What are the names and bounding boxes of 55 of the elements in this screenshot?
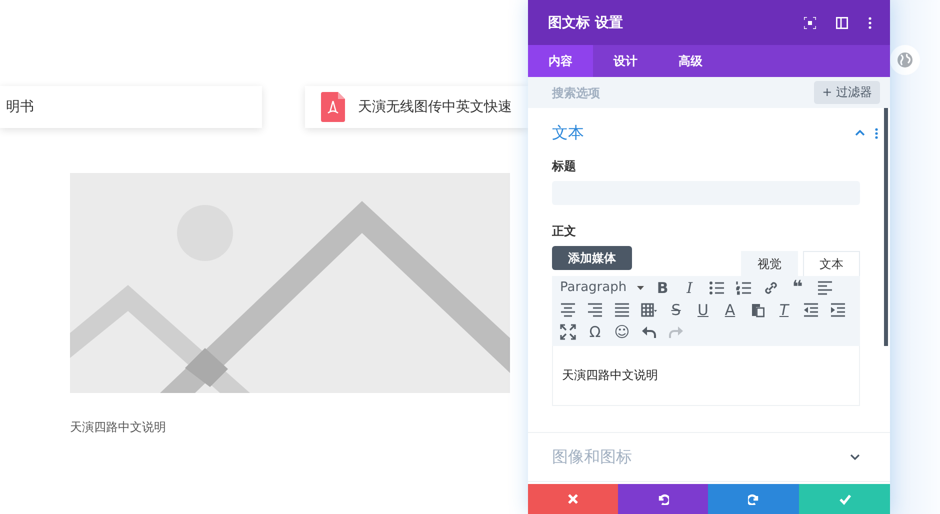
file-card[interactable]: 明书 bbox=[0, 86, 262, 128]
settings-tab[interactable]: 设计 bbox=[593, 45, 658, 77]
chevron-down-icon[interactable] bbox=[850, 454, 860, 460]
globe-icon bbox=[897, 52, 913, 68]
check-icon bbox=[838, 493, 850, 505]
image-caption: 天演四路中文说明 bbox=[70, 419, 167, 436]
special-character-button[interactable]: Ω bbox=[587, 323, 603, 340]
editor-tab[interactable]: 文本 bbox=[803, 251, 860, 276]
more-icon[interactable] bbox=[875, 128, 878, 138]
field-label: 标题 bbox=[552, 158, 577, 175]
editor-text: 天演四路中文说明 bbox=[562, 367, 658, 384]
link-icon[interactable] bbox=[762, 280, 779, 296]
scrollbar[interactable] bbox=[884, 108, 888, 346]
close-icon bbox=[567, 493, 579, 505]
numbered-list-icon[interactable] bbox=[736, 280, 752, 296]
field-label: 正文 bbox=[552, 223, 577, 240]
file-name: 明书 bbox=[6, 98, 34, 116]
align-right-icon[interactable] bbox=[587, 302, 603, 318]
format-dropdown[interactable]: Paragraph bbox=[560, 279, 644, 296]
strikethrough-button[interactable]: S bbox=[668, 301, 684, 318]
settings-tab[interactable]: 内容 bbox=[528, 45, 593, 77]
justify-icon[interactable] bbox=[614, 302, 630, 318]
bullet-list-icon[interactable] bbox=[708, 280, 725, 296]
bold-button[interactable]: B bbox=[654, 279, 671, 296]
table-icon[interactable] bbox=[641, 302, 657, 318]
focus-icon[interactable] bbox=[804, 16, 816, 28]
italic-button[interactable]: I bbox=[682, 279, 698, 296]
underline-button[interactable]: U bbox=[695, 301, 711, 318]
emoji-button[interactable]: ☺ bbox=[614, 323, 630, 340]
file-name: 天演无线图传中英文快速 bbox=[358, 98, 512, 116]
more-icon[interactable] bbox=[868, 16, 872, 28]
clear-formatting-button[interactable]: T bbox=[776, 301, 792, 318]
redo-icon bbox=[748, 493, 760, 505]
caret-icon bbox=[636, 286, 644, 290]
pdf-file-icon bbox=[321, 92, 345, 122]
settings-tab[interactable]: 高级 bbox=[658, 45, 723, 77]
fullscreen-icon[interactable] bbox=[560, 324, 576, 340]
editor-tab[interactable]: 视觉 bbox=[741, 251, 798, 276]
clipboard-icon[interactable] bbox=[749, 302, 765, 318]
file-card[interactable]: 天演无线图传中英文快速 bbox=[305, 86, 528, 128]
add-media-button[interactable]: 添加媒体 bbox=[552, 246, 632, 270]
editor-content[interactable]: 天演四路中文说明 bbox=[552, 346, 860, 406]
panel-title: 图文标 设置 bbox=[548, 14, 624, 32]
text-color-button[interactable]: A bbox=[722, 301, 738, 318]
indent-icon[interactable] bbox=[830, 302, 846, 318]
align-center-icon[interactable] bbox=[560, 302, 576, 318]
outdent-icon[interactable] bbox=[803, 302, 819, 318]
chevron-up-icon[interactable] bbox=[855, 130, 865, 136]
align-left-icon[interactable] bbox=[816, 280, 833, 296]
undo-icon[interactable] bbox=[641, 324, 657, 340]
filter-button[interactable]: + 过滤器 bbox=[814, 81, 880, 104]
blockquote-button[interactable]: ❝ bbox=[790, 279, 806, 296]
undo-icon bbox=[657, 493, 669, 505]
section-title[interactable]: 文本 bbox=[552, 122, 845, 144]
sidebar-layout-icon[interactable] bbox=[836, 16, 848, 28]
